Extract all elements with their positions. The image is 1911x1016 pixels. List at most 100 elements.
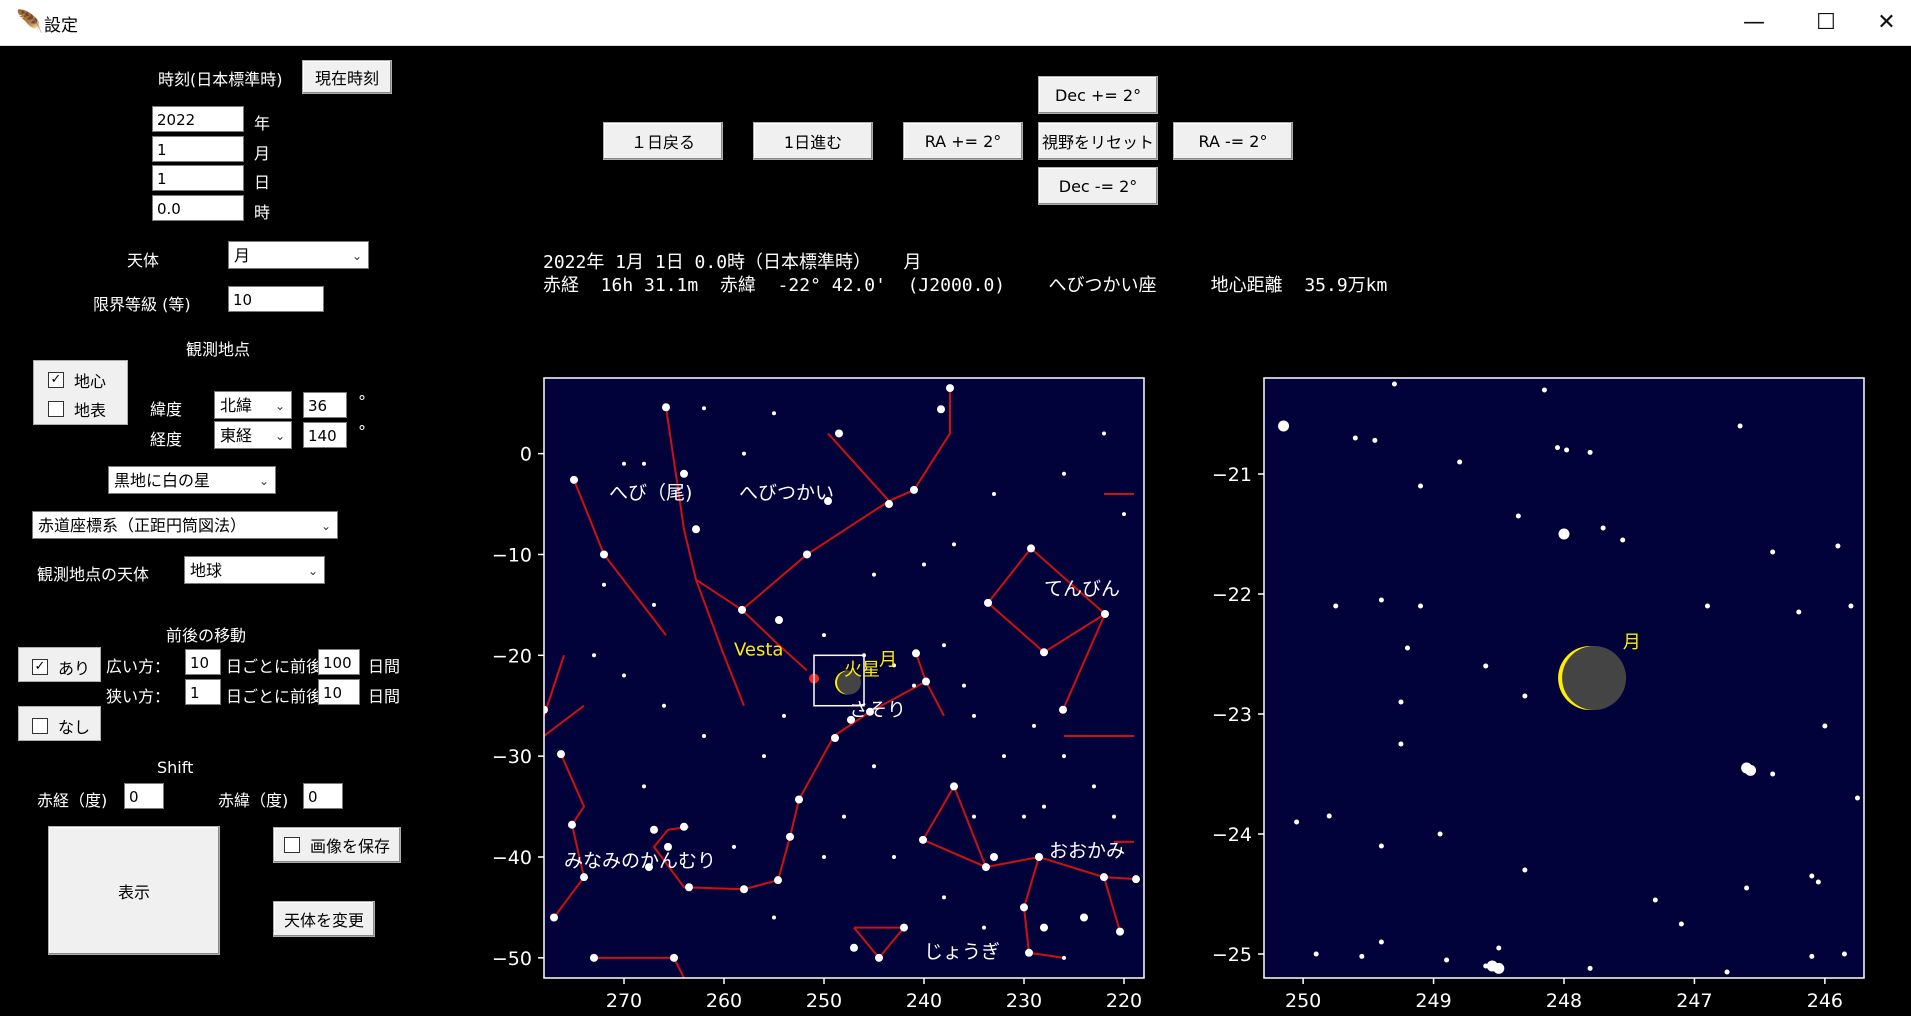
- obs-body-select[interactable]: 地球 ⌄: [184, 556, 325, 584]
- dec-shift-input[interactable]: 0: [303, 783, 343, 809]
- minimize-button[interactable]: —: [1718, 0, 1790, 45]
- faint-star: [1022, 814, 1026, 819]
- faint-star: [1809, 953, 1815, 959]
- chevron-down-icon: ⌄: [351, 249, 362, 263]
- save-image-label: 画像を保存: [309, 837, 390, 856]
- lon-input[interactable]: 140: [303, 422, 347, 448]
- star: [1101, 609, 1109, 618]
- wide-label: 広い方：: [106, 657, 171, 676]
- star: [1278, 420, 1290, 432]
- faint-star: [1770, 771, 1776, 777]
- day-input[interactable]: 1: [152, 165, 244, 191]
- dec-minus-button[interactable]: Dec -= 2°: [1038, 167, 1158, 205]
- move-no-check[interactable]: なし: [32, 714, 90, 738]
- star: [786, 832, 794, 841]
- move-yes-check[interactable]: ✓ あり: [32, 655, 90, 679]
- star: [1745, 764, 1757, 776]
- body-select-value: 月: [234, 246, 251, 265]
- wide-step-input[interactable]: 10: [185, 649, 221, 675]
- faint-star: [1522, 867, 1528, 873]
- lat-dir-select[interactable]: 北緯 ⌄: [214, 391, 292, 419]
- x-tick-label: 247: [1676, 990, 1712, 1012]
- mag-input[interactable]: 10: [228, 286, 324, 312]
- month-unit: 月: [254, 144, 271, 163]
- lat-input[interactable]: 36: [303, 392, 347, 418]
- faint-star: [1835, 543, 1841, 549]
- style-select[interactable]: 黒地に白の星 ⌄: [108, 466, 276, 494]
- faint-star: [1032, 723, 1036, 728]
- faint-star: [1444, 957, 1450, 963]
- faint-star: [912, 683, 916, 688]
- faint-star: [1294, 819, 1300, 825]
- narrow-range-input[interactable]: 10: [318, 679, 360, 705]
- faint-star: [1418, 483, 1424, 489]
- back-day-button[interactable]: １日戻る: [603, 122, 723, 160]
- star: [740, 885, 748, 894]
- year-unit: 年: [254, 114, 271, 133]
- star: [557, 750, 565, 759]
- geocentric-label: 地心: [74, 372, 107, 391]
- wide-unit: 日間: [368, 657, 401, 676]
- star: [1080, 913, 1088, 922]
- faint-star: [1112, 814, 1116, 819]
- faint-star: [1102, 431, 1106, 436]
- close-button[interactable]: ✕: [1862, 0, 1911, 45]
- x-tick-label: 248: [1546, 990, 1582, 1012]
- topocentric-label: 地表: [74, 401, 107, 420]
- star: [680, 822, 688, 831]
- star: [570, 475, 578, 484]
- faint-star: [1815, 879, 1821, 885]
- faint-star: [1848, 603, 1854, 609]
- wide-range-input[interactable]: 100: [318, 649, 360, 675]
- reset-view-button[interactable]: 視野をリセット: [1038, 122, 1158, 160]
- faint-star: [1704, 603, 1710, 609]
- star: [670, 953, 678, 962]
- hour-input[interactable]: 0.0: [152, 195, 244, 221]
- time-label: 時刻(日本標準時): [158, 70, 283, 89]
- faint-star: [1313, 951, 1319, 957]
- ra-shift-input[interactable]: 0: [124, 783, 164, 809]
- forward-day-button[interactable]: 1日進む: [753, 122, 873, 160]
- save-image-check[interactable]: 画像を保存: [273, 827, 401, 863]
- maximize-button[interactable]: ☐: [1790, 0, 1862, 45]
- move-yes-label: あり: [58, 659, 91, 678]
- faint-star: [622, 673, 626, 678]
- body-select[interactable]: 月 ⌄: [228, 241, 369, 269]
- change-body-button[interactable]: 天体を変更: [273, 901, 375, 937]
- show-button[interactable]: 表示: [48, 826, 220, 955]
- faint-star: [1541, 387, 1547, 393]
- now-button[interactable]: 現在時刻: [302, 60, 392, 94]
- ra-minus-button[interactable]: RA -= 2°: [1173, 122, 1293, 160]
- star: [835, 429, 843, 438]
- star: [803, 550, 811, 559]
- y-tick-label: −25: [1212, 944, 1252, 966]
- faint-star: [842, 814, 846, 819]
- faint-star: [1522, 693, 1528, 699]
- ra-plus-button[interactable]: RA += 2°: [903, 122, 1023, 160]
- star: [662, 403, 670, 412]
- month-input[interactable]: 1: [152, 136, 244, 162]
- narrow-step-input[interactable]: 1: [185, 679, 221, 705]
- y-tick-label: −20: [492, 645, 532, 667]
- dec-plus-button[interactable]: Dec += 2°: [1038, 76, 1158, 114]
- faint-star: [1678, 921, 1684, 927]
- constellation-label: へびつかい: [739, 482, 834, 504]
- empty-checkbox-icon: [283, 837, 300, 853]
- topocentric-check[interactable]: 地表: [48, 397, 106, 421]
- coord-select[interactable]: 赤道座標系（正距円筒図法） ⌄: [32, 511, 338, 539]
- star: [1558, 528, 1570, 540]
- chevron-down-icon: ⌄: [307, 564, 318, 578]
- star: [1027, 544, 1035, 553]
- lon-dir-select[interactable]: 東経 ⌄: [214, 421, 292, 449]
- faint-star: [1587, 965, 1593, 971]
- faint-star: [762, 754, 766, 759]
- faint-star: [1062, 471, 1066, 476]
- lon-dir-value: 東経: [220, 426, 253, 445]
- move-no-label: なし: [58, 718, 91, 737]
- star: [738, 605, 746, 614]
- geocentric-check[interactable]: ✓ 地心: [48, 368, 106, 392]
- year-input[interactable]: 2022: [152, 106, 244, 132]
- faint-star: [1359, 953, 1365, 959]
- faint-star: [1437, 831, 1443, 837]
- star: [600, 550, 608, 559]
